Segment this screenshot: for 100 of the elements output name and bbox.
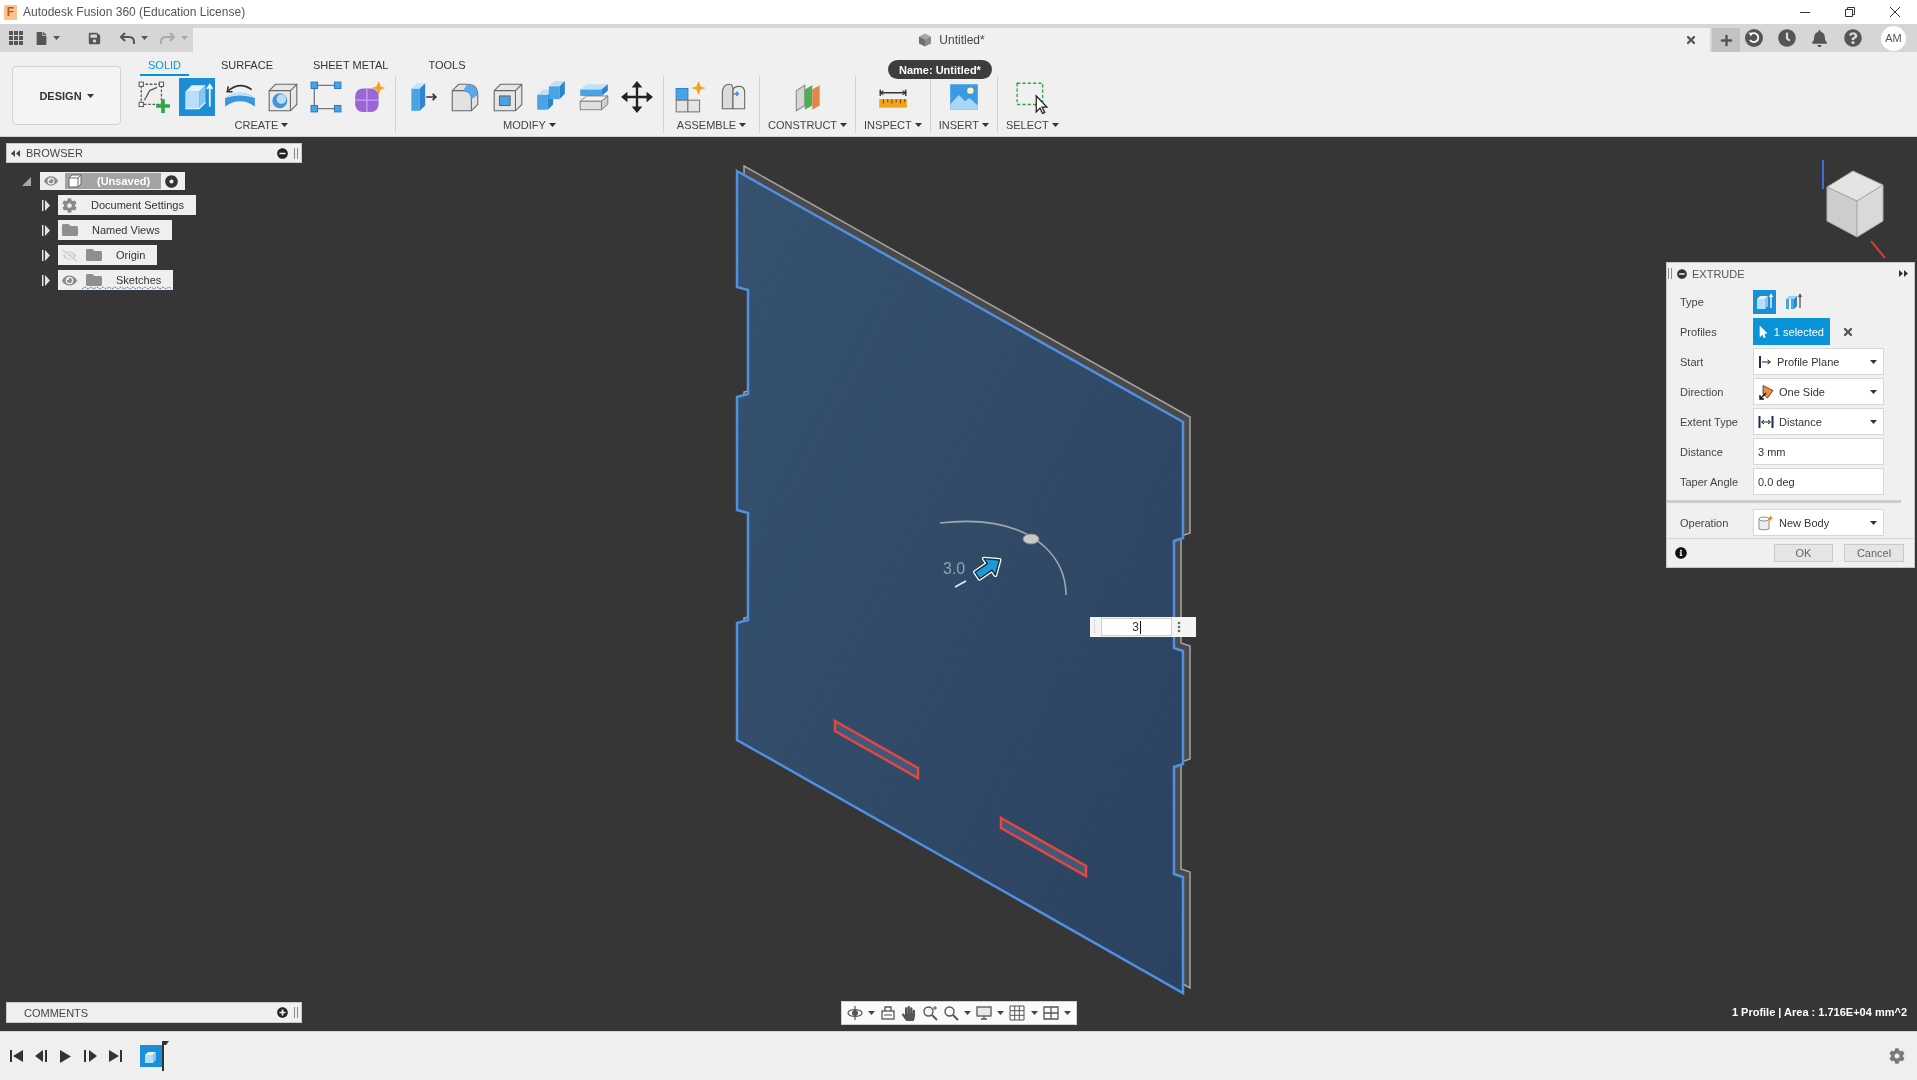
dropdown[interactable]: New Body bbox=[1753, 509, 1884, 537]
group-menu-button[interactable]: INSPECT bbox=[864, 116, 922, 133]
caret-icon bbox=[181, 36, 188, 40]
browser-item[interactable]: Document Settings bbox=[58, 195, 196, 215]
dialog-button[interactable]: OK bbox=[1774, 543, 1833, 562]
account-avatar[interactable]: AM bbox=[1881, 25, 1906, 51]
skip-to-start-icon[interactable] bbox=[10, 1050, 23, 1062]
field-label: Direction bbox=[1680, 385, 1725, 398]
ribbon-tab[interactable]: SHEET METAL bbox=[305, 56, 397, 76]
pan-hand-icon[interactable] bbox=[901, 1005, 917, 1021]
group-menu-button[interactable]: MODIFY bbox=[503, 116, 556, 133]
distance-input-field[interactable]: 3 bbox=[1101, 618, 1172, 636]
gear-icon bbox=[62, 197, 77, 213]
caret-icon bbox=[281, 122, 289, 127]
grip-icon[interactable] bbox=[1668, 268, 1672, 280]
caret-icon bbox=[1870, 520, 1877, 525]
expand-triangle-icon[interactable] bbox=[42, 224, 50, 236]
grip-icon[interactable] bbox=[294, 1007, 298, 1018]
display-icon[interactable] bbox=[976, 1005, 993, 1021]
dialog-title: EXTRUDE bbox=[1692, 267, 1746, 280]
group-menu-button[interactable]: SELECT bbox=[1005, 116, 1059, 133]
type-toggle[interactable] bbox=[1753, 289, 1776, 314]
component-box-icon bbox=[68, 174, 82, 188]
step-back-icon[interactable] bbox=[35, 1050, 48, 1062]
undo-icon[interactable] bbox=[120, 32, 135, 44]
plus-icon bbox=[1719, 33, 1733, 47]
flag-arrow-icon bbox=[1758, 383, 1774, 400]
group-menu-button[interactable]: INSERT bbox=[938, 116, 989, 133]
body-star-icon bbox=[1758, 514, 1774, 531]
zoom-window-icon[interactable] bbox=[921, 1005, 938, 1021]
caret-icon bbox=[53, 36, 60, 40]
grip-icon[interactable] bbox=[294, 147, 298, 159]
play-icon[interactable] bbox=[60, 1049, 71, 1063]
new-tab-button[interactable] bbox=[1712, 28, 1740, 52]
caret-icon bbox=[548, 122, 556, 127]
selection-box-icon bbox=[1015, 80, 1050, 114]
dialog-button[interactable]: Cancel bbox=[1844, 543, 1904, 562]
field-label: Start bbox=[1680, 355, 1705, 368]
folder-icon bbox=[86, 247, 102, 263]
distance-arrow[interactable] bbox=[973, 556, 1002, 581]
field-label: Profiles bbox=[1680, 325, 1718, 338]
input-field[interactable]: 3 mm bbox=[1753, 438, 1884, 466]
settings-icon[interactable] bbox=[1889, 1048, 1905, 1064]
ribbon-tab[interactable]: TOOLS bbox=[420, 56, 474, 76]
group-menu-button[interactable]: ASSEMBLE bbox=[676, 116, 747, 133]
collapse-triangle-icon[interactable] bbox=[22, 176, 31, 186]
grid-menu-icon[interactable] bbox=[9, 31, 23, 45]
caret-icon bbox=[1051, 122, 1059, 127]
expand-icon[interactable] bbox=[1899, 270, 1908, 278]
field-label: Type bbox=[1680, 295, 1705, 308]
timeline-marker-icon[interactable] bbox=[162, 1041, 169, 1071]
bell-icon[interactable] bbox=[1811, 29, 1828, 47]
look-at-icon[interactable] bbox=[880, 1005, 897, 1021]
close-tab-icon[interactable] bbox=[1685, 34, 1697, 46]
browser-item[interactable]: Named Views bbox=[58, 220, 172, 240]
group-menu-button[interactable]: CREATE bbox=[234, 116, 289, 133]
file-icon[interactable] bbox=[35, 31, 48, 45]
document-tab[interactable]: Untitled* bbox=[193, 28, 1710, 52]
orbit-icon[interactable] bbox=[847, 1005, 863, 1021]
angle-handle[interactable] bbox=[1022, 533, 1040, 545]
clock-icon[interactable] bbox=[1778, 29, 1796, 47]
viewports-icon[interactable] bbox=[1042, 1005, 1059, 1021]
save-icon[interactable] bbox=[88, 31, 101, 45]
ribbon-tab[interactable]: SURFACE bbox=[213, 56, 281, 76]
collapse-icon[interactable] bbox=[11, 149, 20, 157]
caret-icon bbox=[840, 122, 848, 127]
dropdown[interactable]: One Side bbox=[1753, 378, 1884, 406]
app-logo: F bbox=[4, 4, 17, 20]
expand-triangle-icon[interactable] bbox=[42, 199, 50, 211]
caret-icon bbox=[739, 122, 747, 127]
dropdown[interactable]: Distance bbox=[1753, 408, 1884, 436]
workspace-menu-button[interactable]: DESIGN bbox=[12, 66, 121, 125]
grid-icon[interactable] bbox=[1009, 1005, 1026, 1021]
zoom-icon[interactable] bbox=[942, 1005, 959, 1021]
expand-triangle-icon[interactable] bbox=[42, 274, 50, 286]
dropdown[interactable]: Profile Plane bbox=[1753, 348, 1884, 376]
input-field[interactable]: 0.0 deg bbox=[1753, 468, 1884, 496]
grip-icon[interactable] bbox=[1093, 620, 1096, 634]
expand-triangle-icon[interactable] bbox=[42, 249, 50, 261]
eye-icon[interactable] bbox=[44, 174, 58, 188]
clear-icon[interactable] bbox=[1842, 325, 1854, 338]
step-forward-icon[interactable] bbox=[84, 1050, 97, 1062]
browser-item[interactable]: Sketches bbox=[58, 270, 174, 290]
sketch-plus-icon bbox=[137, 80, 171, 114]
caret-icon bbox=[997, 1011, 1005, 1015]
info-icon[interactable] bbox=[1675, 546, 1687, 559]
more-options-icon[interactable] bbox=[1177, 621, 1181, 633]
solid-extrude-icon bbox=[1755, 292, 1774, 311]
dimension-leader bbox=[954, 580, 967, 588]
help-icon[interactable] bbox=[1844, 29, 1862, 47]
skip-to-end-icon[interactable] bbox=[109, 1050, 122, 1062]
target-icon[interactable] bbox=[165, 174, 179, 188]
field-label: Operation bbox=[1680, 516, 1730, 529]
browser-item[interactable]: Origin bbox=[58, 245, 158, 265]
folder-icon bbox=[62, 222, 78, 238]
close-icon[interactable] bbox=[1889, 7, 1900, 17]
group-menu-button[interactable]: CONSTRUCT bbox=[768, 116, 848, 133]
caret-icon bbox=[1063, 1011, 1071, 1015]
restore-icon[interactable] bbox=[1844, 7, 1855, 17]
cube-icon bbox=[918, 33, 933, 47]
